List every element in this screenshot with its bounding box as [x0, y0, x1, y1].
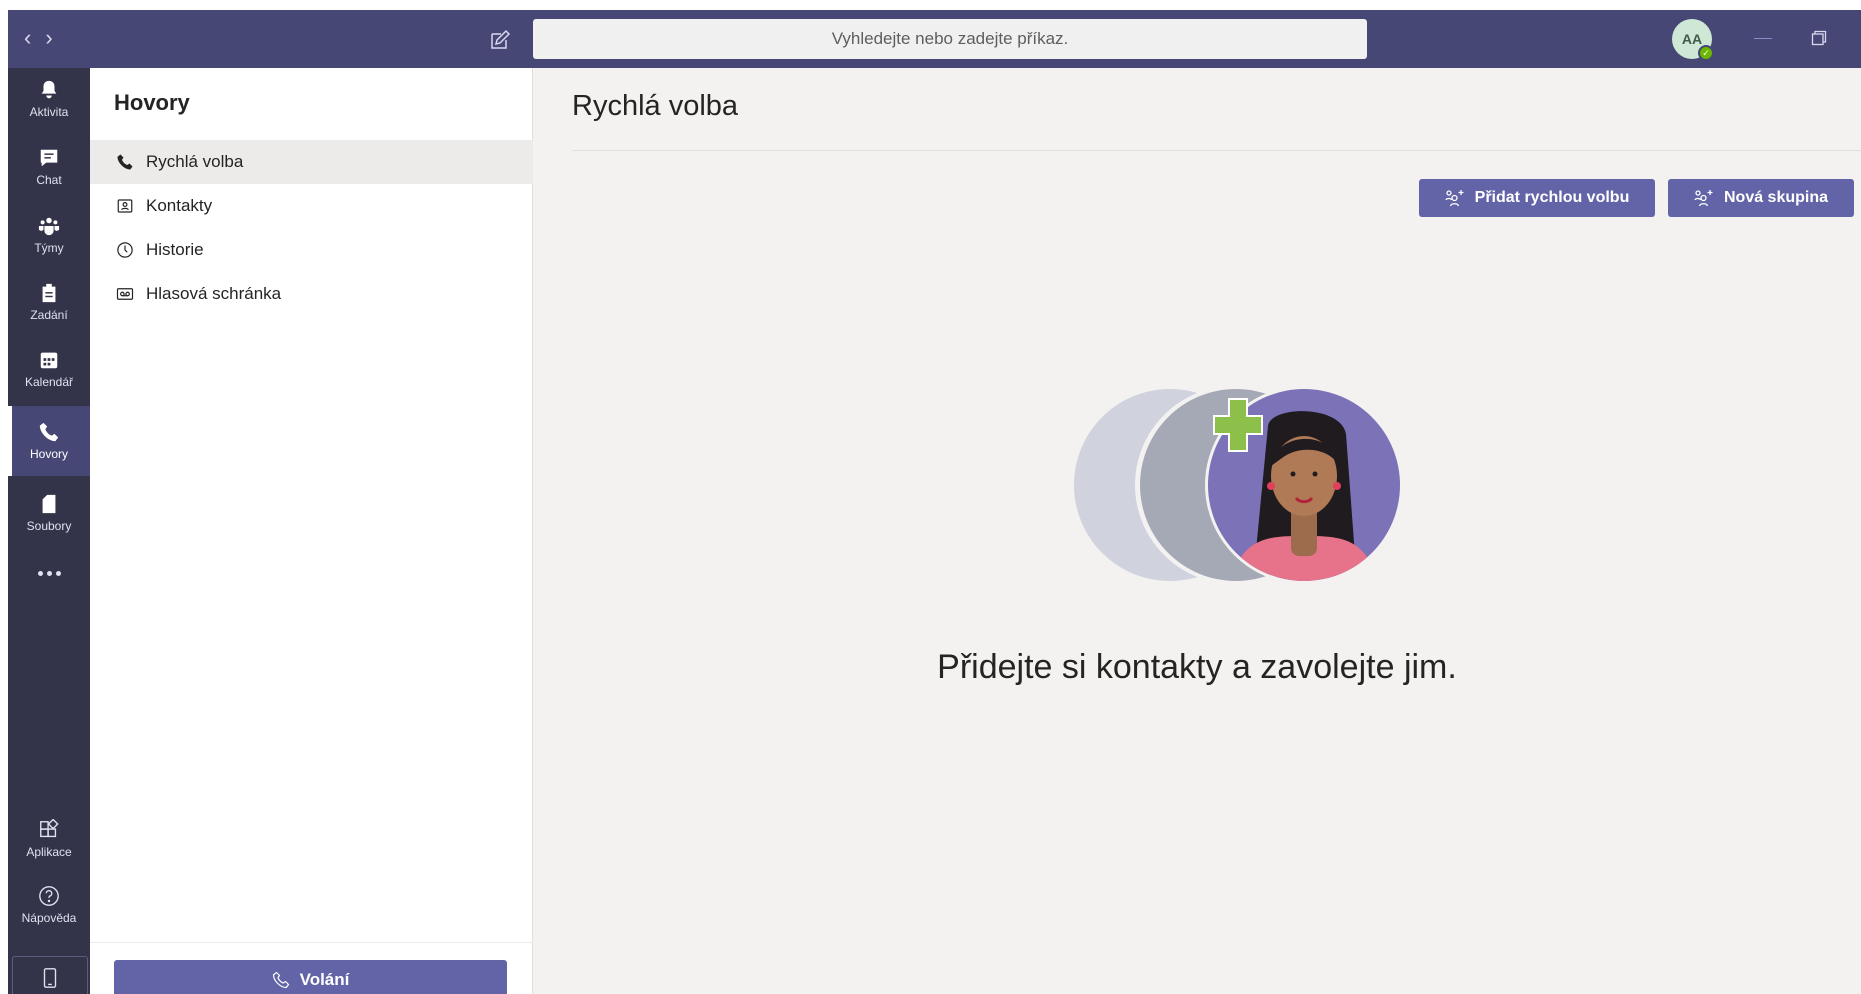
add-speed-dial-label: Přidat rychlou volbu — [1474, 189, 1630, 206]
add-speed-dial-button[interactable]: Přidat rychlou volbu — [1419, 179, 1655, 217]
help-icon — [39, 886, 59, 906]
files-icon — [42, 494, 56, 514]
nav-item-label: Kontakty — [146, 196, 213, 215]
nav-item-label: Rychlá volba — [146, 152, 244, 171]
more-apps-icon[interactable] — [8, 558, 90, 588]
new-group-button[interactable]: Nová skupina — [1668, 179, 1854, 217]
call-button[interactable]: Volání — [114, 960, 507, 994]
rail-item-label: Aplikace — [26, 845, 72, 859]
rail-item-label: Nápověda — [21, 911, 77, 925]
rail-item-label: Soubory — [26, 519, 72, 533]
calendar-icon — [40, 352, 58, 369]
rail-item-apps[interactable]: Aplikace — [8, 808, 90, 870]
presence-available-icon: ✓ — [1698, 45, 1714, 61]
rail-item-activity[interactable]: Aktivita — [8, 68, 90, 130]
empty-state-message: Přidejte si kontakty a zavolejte jim. — [937, 648, 1457, 686]
rail-item-label: Týmy — [34, 241, 64, 255]
page-title: Rychlá volba — [572, 90, 739, 122]
clock-icon — [116, 241, 134, 259]
rail-item-calls[interactable]: Hovory — [8, 406, 90, 476]
apps-icon — [40, 819, 59, 838]
rail-item-files[interactable]: Soubory — [8, 482, 90, 544]
teams-app: ‹ › Vyhledejte nebo zadejte příkaz. AA ✓… — [0, 0, 1861, 994]
rail-item-assignments[interactable]: Zadání — [8, 271, 90, 333]
nav-item-label: Hlasová schránka — [146, 284, 282, 303]
rail-item-help[interactable]: Nápověda — [8, 874, 90, 936]
avatar-initials: AA — [1681, 31, 1703, 47]
calls-panel: Hovory Rychlá volba Kontakty Historie Hl… — [90, 68, 533, 994]
search-input[interactable]: Vyhledejte nebo zadejte příkaz. — [533, 19, 1367, 59]
history-nav: ‹ › — [24, 24, 53, 52]
contact-card-icon — [116, 197, 134, 215]
call-button-label: Volání — [299, 970, 350, 989]
nav-item-history[interactable]: Historie — [90, 228, 533, 272]
phone-icon — [116, 153, 134, 171]
phone-icon — [272, 971, 289, 989]
bell-icon — [41, 80, 57, 99]
title-divider — [572, 150, 1861, 151]
rail-item-chat[interactable]: Chat — [8, 136, 90, 198]
rail-item-label: Hovory — [29, 447, 68, 461]
forward-arrow-icon[interactable]: › — [45, 24, 52, 52]
nav-item-contacts[interactable]: Kontakty — [90, 184, 533, 228]
back-arrow-icon[interactable]: ‹ — [24, 24, 31, 52]
rail-item-label: Kalendář — [24, 375, 74, 389]
assignments-icon — [42, 283, 56, 303]
panel-title: Hovory — [114, 90, 190, 115]
add-people-icon — [1694, 190, 1713, 207]
voicemail-icon — [116, 285, 134, 303]
nav-item-label: Historie — [146, 240, 204, 259]
minimize-icon[interactable] — [1754, 38, 1772, 39]
nav-item-voicemail[interactable]: Hlasová schránka — [90, 272, 533, 316]
avatar[interactable]: AA ✓ — [1672, 19, 1714, 61]
maximize-icon[interactable] — [1811, 30, 1827, 46]
phone-icon — [39, 422, 59, 442]
panel-divider — [90, 942, 533, 943]
nav-item-speed-dial[interactable]: Rychlá volba — [90, 140, 533, 184]
device-icon[interactable] — [12, 956, 88, 994]
add-contacts-illustration — [1074, 386, 1400, 584]
title-bar: ‹ › Vyhledejte nebo zadejte příkaz. AA ✓… — [8, 10, 1861, 68]
new-group-label: Nová skupina — [1723, 189, 1829, 206]
app-rail: Aktivita Chat Týmy Zadání Kalendář Hovor… — [8, 68, 90, 994]
chat-icon — [40, 149, 58, 167]
rail-item-label: Aktivita — [29, 105, 69, 119]
rail-item-label: Zadání — [30, 308, 68, 322]
calls-nav-list: Rychlá volba Kontakty Historie Hlasová s… — [90, 140, 533, 316]
speed-dial-view: Rychlá volba Přidat rychlou volbu Nová s… — [533, 68, 1861, 994]
rail-item-calendar[interactable]: Kalendář — [8, 338, 90, 400]
compose-icon[interactable] — [488, 28, 512, 52]
rail-item-label: Chat — [36, 173, 62, 187]
rail-item-teams[interactable]: Týmy — [8, 204, 90, 266]
teams-icon — [38, 217, 60, 236]
add-people-icon — [1445, 190, 1464, 207]
